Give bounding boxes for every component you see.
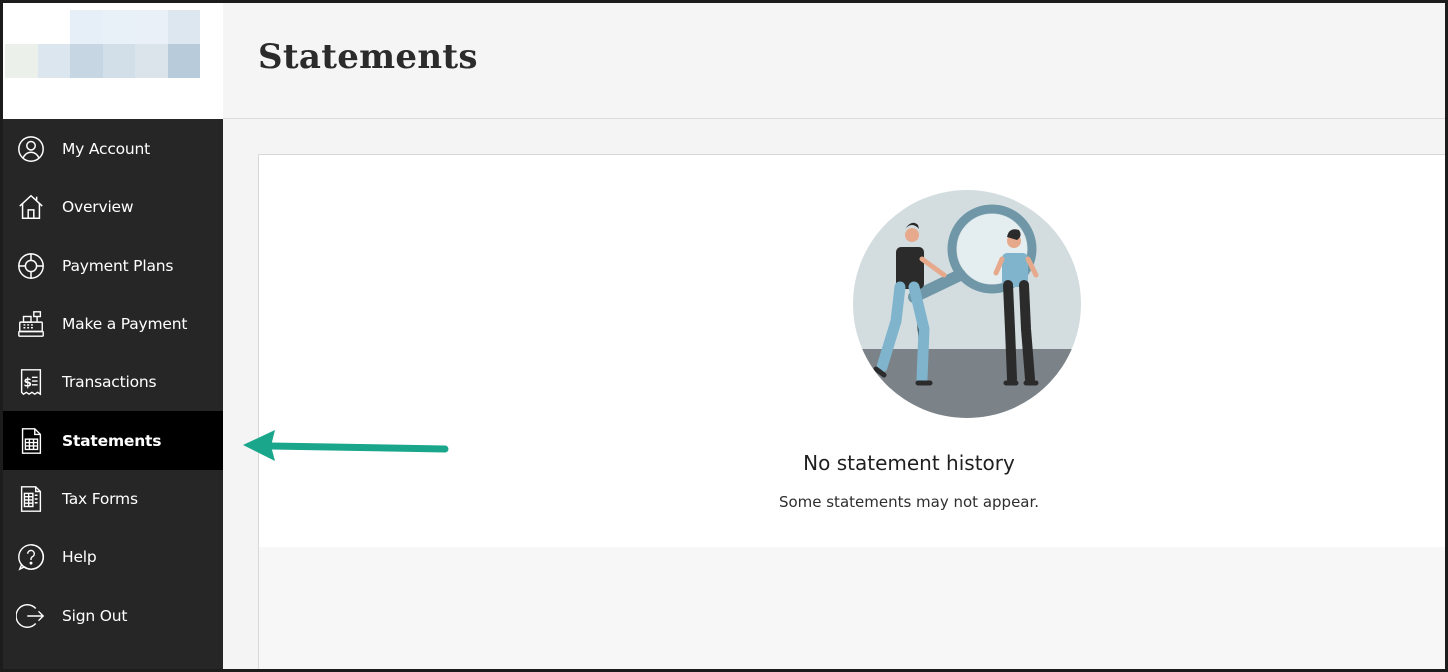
empty-state-panel: No statement history Some statements may… <box>259 155 1445 547</box>
sidebar-item-help[interactable]: Help <box>3 528 223 586</box>
sidebar-item-sign-out[interactable]: Sign Out <box>3 586 223 644</box>
app-window: My Account Overview Payment Plans Make a… <box>0 0 1448 672</box>
home-icon <box>15 191 47 223</box>
empty-state-subtitle: Some statements may not appear. <box>778 493 1040 511</box>
sidebar-item-label: Make a Payment <box>62 315 188 334</box>
sidebar: My Account Overview Payment Plans Make a… <box>3 3 223 669</box>
page-title: Statements <box>258 37 478 77</box>
sidebar-item-payment-plans[interactable]: Payment Plans <box>3 237 223 295</box>
receipt-dollar-icon: $ <box>15 366 47 398</box>
statements-card: No statement history Some statements may… <box>258 154 1445 669</box>
sidebar-item-overview[interactable]: Overview <box>3 178 223 236</box>
blurred-logo-image <box>5 10 200 78</box>
lifebuoy-icon <box>15 250 47 282</box>
sidebar-item-label: Sign Out <box>62 606 128 625</box>
main-content: No statement history Some statements may… <box>223 120 1445 669</box>
sidebar-item-tax-forms[interactable]: Tax Forms <box>3 470 223 528</box>
sidebar-item-label: Overview <box>62 198 134 217</box>
empty-state-title: No statement history <box>803 451 1015 475</box>
page-header: Statements <box>223 3 1445 119</box>
sign-out-icon <box>15 600 47 632</box>
sidebar-item-statements[interactable]: Statements <box>3 411 223 470</box>
annotation-arrow-icon <box>243 430 449 461</box>
sidebar-item-label: Help <box>62 548 97 567</box>
sidebar-item-label: Payment Plans <box>62 256 174 275</box>
sidebar-item-label: My Account <box>62 140 151 159</box>
sidebar-nav: My Account Overview Payment Plans Make a… <box>3 120 223 645</box>
sidebar-item-make-a-payment[interactable]: Make a Payment <box>3 295 223 353</box>
people-magnifying-glass-illustration <box>853 190 1081 418</box>
sidebar-item-transactions[interactable]: $ Transactions <box>3 353 223 411</box>
help-circle-icon <box>15 541 47 573</box>
sidebar-item-label: Tax Forms <box>62 489 138 508</box>
document-table-icon <box>15 425 47 457</box>
sidebar-item-my-account[interactable]: My Account <box>3 120 223 178</box>
svg-text:$: $ <box>24 376 32 390</box>
tax-form-icon <box>15 483 47 515</box>
sidebar-item-label: Transactions <box>62 373 157 392</box>
logo[interactable] <box>3 3 223 119</box>
cash-register-icon <box>15 308 47 340</box>
user-circle-icon <box>15 133 47 165</box>
sidebar-item-label: Statements <box>62 431 162 450</box>
